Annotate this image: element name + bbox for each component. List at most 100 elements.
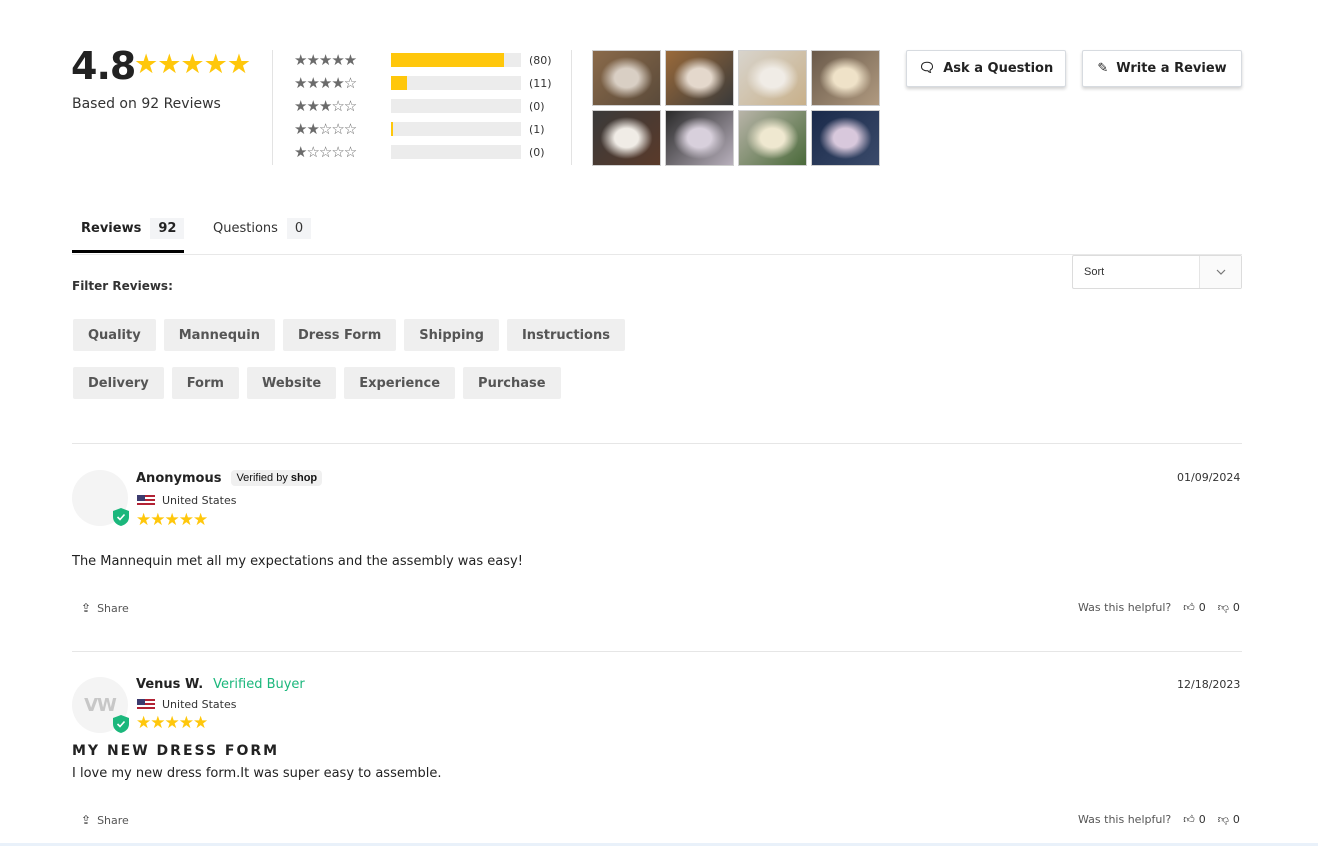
histogram-bar xyxy=(391,53,521,67)
thumbs-up-icon[interactable]: 👍︎ xyxy=(1183,813,1195,826)
histogram-row[interactable]: ★★★☆☆ (0) xyxy=(294,96,545,116)
histogram-bar xyxy=(391,122,521,136)
verified-shield-icon xyxy=(113,508,129,526)
helpful-label: Was this helpful? xyxy=(1078,601,1172,614)
histogram-count: (0) xyxy=(529,145,545,159)
edit-icon: ✎ xyxy=(1097,61,1109,76)
thumbs-up-icon[interactable]: 👍︎ xyxy=(1183,601,1195,614)
us-flag-icon xyxy=(137,698,155,711)
review-date: 12/18/2023 xyxy=(1177,678,1241,691)
divider xyxy=(571,50,572,165)
helpful-vote: Was this helpful? 👍︎ 0 👎︎ 0 xyxy=(1078,601,1240,614)
histogram-stars: ★★★☆☆ xyxy=(294,97,357,115)
reviewer-location: United States xyxy=(137,494,237,507)
share-label: Share xyxy=(97,601,129,615)
average-stars: ★★★★★ xyxy=(134,49,251,80)
sort-select[interactable]: Sort xyxy=(1072,255,1242,289)
review-photo-thumbnail[interactable] xyxy=(665,50,734,106)
tab-reviews-count: 92 xyxy=(150,217,185,239)
comments-icon: 🗨 xyxy=(918,61,936,76)
country-label: United States xyxy=(162,494,237,507)
review-title: MY NEW DRESS FORM xyxy=(72,743,280,759)
helpful-label: Was this helpful? xyxy=(1078,813,1172,826)
review-photo-thumbnail[interactable] xyxy=(811,50,880,106)
chevron-down-icon[interactable] xyxy=(1199,256,1241,288)
us-flag-icon xyxy=(137,494,155,507)
histogram-stars: ★☆☆☆☆ xyxy=(294,143,357,161)
histogram-count: (80) xyxy=(529,53,552,67)
review-photo-gallery xyxy=(592,50,880,166)
review-date: 01/09/2024 xyxy=(1177,471,1241,484)
filter-chip[interactable]: Experience xyxy=(344,367,456,399)
country-label: United States xyxy=(162,698,237,711)
sort-selected-value: Sort xyxy=(1084,266,1105,278)
histogram-bar xyxy=(391,76,521,90)
divider xyxy=(272,50,273,165)
review-photo-thumbnail[interactable] xyxy=(665,110,734,166)
share-button[interactable]: ⇪ Share xyxy=(81,601,129,615)
filter-chip[interactable]: Form xyxy=(171,367,239,399)
tab-questions[interactable]: Questions 0 xyxy=(213,215,312,241)
verified-by-shop-badge: Verified by shop xyxy=(231,470,323,486)
filter-chip[interactable]: Mannequin xyxy=(163,319,275,351)
review-stars: ★★★★★ xyxy=(136,510,208,530)
histogram-stars: ★★★★★ xyxy=(294,51,357,69)
histogram-bar-fill xyxy=(391,76,407,90)
histogram-stars: ★★☆☆☆ xyxy=(294,120,357,138)
review-photo-thumbnail[interactable] xyxy=(738,110,807,166)
share-button[interactable]: ⇪ Share xyxy=(81,813,129,827)
thumbs-down-count: 0 xyxy=(1232,601,1240,614)
reviewer-location: United States xyxy=(137,698,237,711)
based-on-count: Based on 92 Reviews xyxy=(72,96,221,112)
thumbs-up-count: 0 xyxy=(1198,813,1206,826)
review-stars: ★★★★★ xyxy=(136,713,208,733)
histogram-count: (0) xyxy=(529,99,545,113)
verified-buyer-badge: Verified Buyer xyxy=(213,677,305,692)
filter-chip[interactable]: Quality xyxy=(73,319,156,351)
write-review-button[interactable]: ✎ Write a Review xyxy=(1082,50,1242,87)
ask-question-button[interactable]: 🗨 Ask a Question xyxy=(906,50,1066,87)
badge-prefix: Verified by xyxy=(236,472,291,484)
average-rating: 4.8 xyxy=(71,44,136,88)
ask-question-label: Ask a Question xyxy=(943,61,1054,76)
histogram-bar xyxy=(391,145,521,159)
share-icon: ⇪ xyxy=(81,601,92,615)
review-photo-thumbnail[interactable] xyxy=(738,50,807,106)
filter-title: Filter Reviews: xyxy=(72,279,173,293)
write-review-label: Write a Review xyxy=(1116,61,1227,76)
histogram-count: (1) xyxy=(529,122,545,136)
histogram-row[interactable]: ★☆☆☆☆ (0) xyxy=(294,142,545,162)
filter-chip[interactable]: Dress Form xyxy=(283,319,397,351)
filter-chip[interactable]: Shipping xyxy=(404,319,499,351)
helpful-vote: Was this helpful? 👍︎ 0 👎︎ 0 xyxy=(1078,813,1240,826)
share-label: Share xyxy=(97,813,129,827)
review-photo-thumbnail[interactable] xyxy=(592,50,661,106)
histogram-bar-fill xyxy=(391,53,505,67)
tab-questions-label: Questions xyxy=(213,220,278,236)
histogram-bar xyxy=(391,99,521,113)
tabs-divider xyxy=(72,254,1242,255)
histogram-count: (11) xyxy=(529,76,552,90)
histogram-row[interactable]: ★★☆☆☆ (1) xyxy=(294,119,545,139)
thumbs-down-icon[interactable]: 👎︎ xyxy=(1218,813,1229,826)
filter-chip[interactable]: Purchase xyxy=(463,367,561,399)
histogram-row[interactable]: ★★★★★ (80) xyxy=(294,50,552,70)
thumbs-down-icon[interactable]: 👎︎ xyxy=(1218,601,1229,614)
share-icon: ⇪ xyxy=(81,813,92,827)
histogram-row[interactable]: ★★★★☆ (11) xyxy=(294,73,552,93)
histogram-bar-fill xyxy=(391,122,393,136)
divider xyxy=(72,443,1242,444)
filter-chip[interactable]: Website xyxy=(246,367,337,399)
badge-brand: shop xyxy=(290,472,318,484)
filter-chip[interactable]: Instructions xyxy=(506,319,625,351)
review-body: I love my new dress form.It was super ea… xyxy=(72,766,442,781)
reviewer-name: Venus W. xyxy=(136,677,204,692)
review-photo-thumbnail[interactable] xyxy=(811,110,880,166)
filter-chip[interactable]: Delivery xyxy=(73,367,164,399)
verified-shield-icon xyxy=(113,715,129,733)
reviewer-name: Anonymous xyxy=(136,470,222,486)
histogram-stars: ★★★★☆ xyxy=(294,74,357,92)
review-photo-thumbnail[interactable] xyxy=(592,110,661,166)
tab-reviews-label: Reviews xyxy=(81,220,142,236)
tab-reviews[interactable]: Reviews 92 xyxy=(81,215,185,241)
